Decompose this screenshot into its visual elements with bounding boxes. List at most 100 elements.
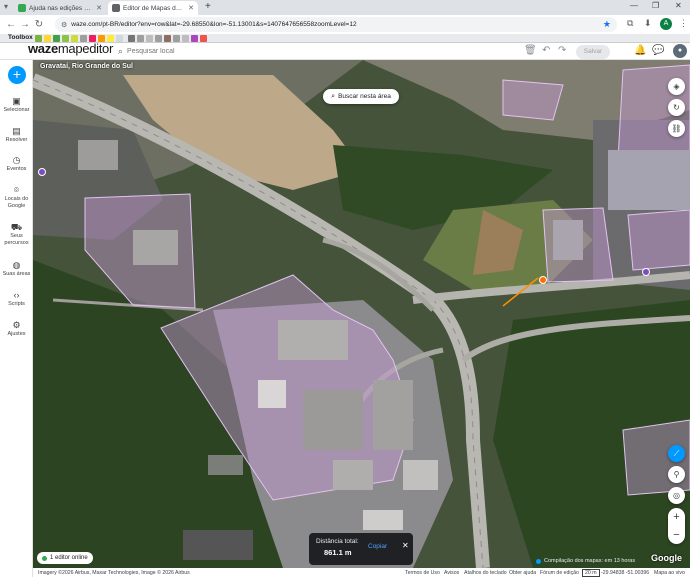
terms-link[interactable]: Termos de Uso [405,570,440,576]
sidebar-item-resolve[interactable]: ▤ Resolver [0,126,33,144]
editors-online-label: 1 editor online [50,555,88,561]
sidebar-item-label: Resolver [5,137,28,143]
place-marker[interactable] [38,168,46,176]
undo-icon[interactable]: ↶ [542,45,550,56]
copy-button[interactable]: Copiar [368,543,387,550]
sidebar-item-google-places[interactable]: ⌾ Locais do Google [0,185,33,209]
tab-title: Editor de Mapas do Waze [123,4,185,12]
shortcuts-link[interactable]: Atalhos do teclado [464,570,507,576]
sidebar-item-label: Eventos [6,166,27,172]
sidebar-item-areas[interactable]: ◍ Suas áreas [0,260,33,278]
address-bar[interactable]: ⚙ waze.com/pt-BR/editor?env=row&lat=-29.… [55,17,617,32]
new-tab-icon[interactable]: + [205,1,211,12]
scale-indicator: 20 m [582,568,600,577]
map-compile-note: Compilação dos mapas: em 13 horas [536,558,635,564]
notices-link[interactable]: Avisos [444,570,459,576]
distance-value: 861.1 m [324,548,352,557]
status-bar: Imagery ©2026 Airbus, Maxar Technologies… [33,568,690,577]
sidebar-item-drives[interactable]: ⛟ Seus percursos [0,222,33,246]
profile-avatar[interactable]: A [660,18,672,30]
chat-icon[interactable]: 💬 [652,45,664,56]
save-button[interactable]: Salvar [576,45,610,59]
help-link[interactable]: Obter ajuda [509,570,536,576]
downloads-icon[interactable]: ⬇ [644,18,652,29]
toolbox-tool-icon[interactable] [182,35,189,42]
sidebar-item-label: Suas áreas [2,271,31,277]
location-label: Gravataí, Rio Grande do Sul [40,63,133,70]
delete-icon[interactable]: 🗑 [524,45,537,56]
browser-toolbar: ← → ↻ ⚙ waze.com/pt-BR/editor?env=row&la… [0,15,690,34]
extensions-icon[interactable]: ⧉ [627,18,633,29]
sidebar-item-scripts[interactable]: ‹› Scripts [0,290,33,308]
search-input[interactable] [127,47,228,55]
window-close-icon[interactable]: ✕ [675,1,682,10]
link-icon[interactable]: ⛓ [668,120,685,137]
bookmark-star-icon[interactable]: ★ [603,19,611,30]
toolbox-tool-icon[interactable] [173,35,180,42]
map-layer-link[interactable]: Mapa ao vivo [654,570,685,576]
sidebar-item-events[interactable]: ◷ Eventos [0,155,33,173]
coordinates: -29.94838 -51.00396 [601,569,650,576]
distance-title: Distância total: [316,538,359,545]
minimize-icon[interactable]: — [630,1,638,10]
layers-icon[interactable]: ◈ [668,78,685,95]
place-marker[interactable] [642,268,650,276]
zoom-in-button[interactable]: + [668,508,685,526]
forum-link[interactable]: Fórum de edição [540,570,579,576]
tab-search-icon[interactable]: ▾ [4,2,8,11]
browser-menu-icon[interactable]: ⋮ [679,18,688,29]
street-view-icon[interactable]: ⚲ [668,466,685,483]
my-location-icon[interactable]: ◎ [668,487,685,504]
sidebar-item-label: Selecionar [3,107,30,113]
toolbox-tool-icon[interactable] [200,35,207,42]
toolbox-tool-icon[interactable] [128,35,135,42]
resolve-icon: ▤ [12,126,21,136]
close-icon[interactable]: ✕ [188,4,194,12]
redo-icon[interactable]: ↷ [558,45,566,56]
toolbox-tool-icon[interactable] [191,35,198,42]
toolbox-label[interactable]: Toolbox [8,34,33,41]
imagery-credit: Imagery ©2026 Airbus, Maxar Technologies… [38,569,190,576]
compile-note-text: Compilação dos mapas: em 13 horas [544,558,636,564]
reload-icon[interactable]: ↻ [32,19,46,30]
add-button[interactable]: + [8,66,26,84]
toolbox-tool-icon[interactable] [155,35,162,42]
sidebar-item-settings[interactable]: ⚙ Ajustes [0,320,33,338]
toolbox-tool-icon[interactable] [137,35,144,42]
zoom-control: + − [668,508,685,544]
map-canvas[interactable]: Gravataí, Rio Grande do Sul ⌕ Buscar nes… [33,60,690,568]
user-avatar[interactable]: ● [673,44,687,58]
gear-icon: ⚙ [12,320,21,330]
search-bar[interactable]: ⌕ [118,44,236,58]
waze-header: Toolbox wazemapeditor ⌕ 🗑 ↶ ↷ Salvar 🔔 💬… [0,34,690,60]
close-icon[interactable]: ✕ [402,541,409,550]
refresh-icon[interactable]: ↻ [668,99,685,116]
maximize-icon[interactable]: ❐ [652,1,659,10]
info-icon [536,558,541,564]
sidebar-item-select[interactable]: ▣ Selecionar [0,96,33,114]
search-this-area-button[interactable]: ⌕ Buscar nesta área [323,89,399,104]
place-marker[interactable] [539,276,547,284]
browser-tab-waze-editor[interactable]: Editor de Mapas do Waze ✕ [108,1,198,15]
toolbox-tool-icon[interactable] [146,35,153,42]
toolbox-tool-icon[interactable] [164,35,171,42]
code-icon: ‹› [13,290,20,300]
distance-panel: Distância total: 861.1 m Copiar ✕ [309,533,413,565]
browser-tab-help[interactable]: Ajuda nas edições do mapa [P... ✕ [14,1,106,15]
search-icon: ⌕ [331,92,336,100]
toolbox-tool-icon[interactable] [116,35,123,42]
forward-icon[interactable]: → [18,19,32,30]
editors-online-badge[interactable]: 1 editor online [37,552,93,564]
globe-icon: ◍ [12,260,21,270]
select-icon: ▣ [12,96,21,106]
notifications-icon[interactable]: 🔔 [634,45,646,56]
site-info-icon[interactable]: ⚙ [61,21,67,29]
measure-icon[interactable]: ⟋ [668,445,685,462]
close-icon[interactable]: ✕ [96,4,102,12]
zoom-out-button[interactable]: − [668,526,685,544]
sidebar-item-label: Scripts [8,301,25,307]
back-icon[interactable]: ← [4,19,18,30]
search-this-area-label: Buscar nesta área [338,93,391,100]
tab-title: Ajuda nas edições do mapa [P... [29,4,93,12]
car-icon: ⛟ [10,222,23,232]
